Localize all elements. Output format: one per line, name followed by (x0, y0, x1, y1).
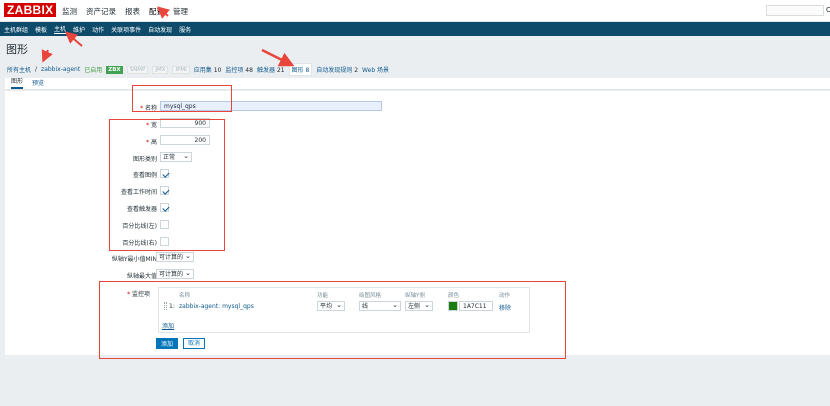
item-function-select[interactable]: 平均 ⌄ (317, 301, 345, 311)
percentile-right-label: 百分比线(右) (122, 240, 157, 247)
col-function: 功能 (317, 293, 329, 299)
arrow-to-graphs-tab (261, 48, 295, 67)
menu-monitoring[interactable]: 监测 (62, 6, 77, 17)
height-field[interactable]: 200 (160, 135, 210, 145)
ymax-select[interactable]: 可计算的 ⌄ (156, 269, 194, 279)
cancel-button[interactable]: 取消 (183, 338, 206, 349)
height-label: * 高 (146, 139, 157, 146)
show-legend-label: 查看图例 (132, 172, 157, 179)
item-color-field[interactable]: 1A7C11 (459, 301, 493, 311)
show-triggers-checkbox[interactable] (160, 203, 169, 212)
menu-inventory[interactable]: 资产记录 (86, 6, 116, 17)
chevron-down-icon: ⌄ (185, 269, 191, 277)
snmp-availability-badge: SNMP (126, 65, 149, 74)
breadcrumb: 所有主机 / zabbix-agent 已启用 ZBX SNMP JMX IPM… (7, 63, 389, 76)
submenu-actions[interactable]: 动作 (92, 25, 104, 34)
add-item-link[interactable]: 添加 (162, 321, 174, 330)
width-field[interactable]: 900 (160, 118, 210, 128)
col-color: 颜色 (448, 293, 460, 299)
show-triggers-label: 查看触发器 (126, 206, 157, 213)
chevron-down-icon: ⌄ (336, 301, 342, 309)
graph-type-select[interactable]: 正常 ⌄ (160, 152, 192, 162)
submenu-event-correlation[interactable]: 关联项事件 (111, 25, 141, 34)
item-y-side-select[interactable]: 左侧 ⌄ (405, 301, 433, 311)
menu-reports[interactable]: 报表 (125, 6, 140, 17)
ymax-label: 纵轴最大值 (126, 273, 157, 280)
crumb-triggers[interactable]: 触发器 21 (257, 65, 285, 74)
drag-handle-icon[interactable] (164, 302, 167, 310)
crumb-items[interactable]: 监控项 48 (225, 65, 253, 74)
item-remove-link[interactable]: 移除 (499, 303, 511, 312)
chevron-down-icon: ⌄ (392, 301, 398, 309)
percentile-right-checkbox[interactable] (160, 237, 169, 246)
ipmi-availability-badge: IPMI (172, 65, 190, 74)
add-button[interactable]: 添加 (156, 338, 179, 349)
menu-administration[interactable]: 管理 (173, 6, 188, 17)
chevron-down-icon: ⌄ (183, 152, 189, 160)
page-title: 图形 (6, 44, 28, 56)
show-working-time-label: 查看工作时间 (120, 189, 157, 196)
sub-menu: 主机群组 模板 主机 维护 动作 关联项事件 自动发现 服务 (0, 22, 830, 36)
item-style-select[interactable]: 线 ⌄ (359, 301, 401, 311)
tab-preview[interactable]: 预览 (32, 78, 44, 89)
show-working-time-checkbox[interactable] (160, 186, 169, 195)
name-label: * 名称 (140, 105, 157, 112)
submenu-templates[interactable]: 模板 (35, 25, 47, 34)
item-name-link[interactable]: zabbix-agent: mysql_qps (179, 303, 254, 310)
items-label: * 监控项 (127, 291, 150, 298)
crumb-applications[interactable]: 应用集 10 (194, 65, 222, 74)
crumb-graphs[interactable]: 图形 8 (288, 63, 313, 76)
menu-configuration[interactable]: 配置 (149, 6, 164, 17)
col-y-side: 纵轴Y侧 (405, 293, 425, 299)
crumb-separator: / (35, 66, 38, 73)
tab-graph[interactable]: 图形 (11, 76, 24, 89)
host-status-enabled[interactable]: 已启用 (84, 65, 102, 74)
submenu-hosts[interactable]: 主机 (54, 24, 67, 34)
percentile-left-checkbox[interactable] (160, 220, 169, 229)
zbx-availability-badge: ZBX (106, 65, 123, 74)
edge-text: C (826, 6, 830, 14)
crumb-all-hosts[interactable]: 所有主机 (7, 65, 31, 74)
search-input[interactable] (766, 5, 824, 16)
width-label: * 宽 (146, 122, 157, 129)
color-swatch[interactable] (448, 301, 458, 311)
name-field[interactable]: mysql_qps (160, 101, 382, 111)
submenu-discovery[interactable]: 自动发现 (148, 25, 172, 34)
col-name: 名称 (179, 293, 191, 299)
submenu-host-groups[interactable]: 主机群组 (4, 25, 28, 34)
col-draw-style: 绘图风格 (359, 293, 382, 299)
crumb-discovery-rules[interactable]: 自动发现规则 2 (316, 65, 358, 74)
chevron-down-icon: ⌄ (424, 301, 430, 309)
submenu-maintenance[interactable]: 维护 (73, 25, 85, 34)
item-index: 1: (169, 303, 175, 310)
percentile-left-label: 百分比线(左) (122, 223, 157, 230)
crumb-web-scenarios[interactable]: Web 场景 (362, 65, 389, 74)
jmx-availability-badge: JMX (152, 65, 169, 74)
chevron-down-icon: ⌄ (185, 252, 191, 260)
crumb-host[interactable]: zabbix-agent (41, 66, 80, 73)
graph-type-label: 图形类别 (132, 156, 157, 163)
submenu-services[interactable]: 服务 (179, 25, 191, 34)
top-menu: 监测 资产记录 报表 配置 管理 (62, 6, 188, 17)
top-bar: ZABBIX 监测 资产记录 报表 配置 管理 C (0, 0, 830, 22)
ymin-select[interactable]: 可计算的 ⌄ (156, 252, 194, 262)
ymin-label: 纵轴Y最小值MIN (111, 256, 157, 263)
show-legend-checkbox[interactable] (160, 169, 169, 178)
form-tabs: 图形 预览 (5, 78, 830, 90)
col-action: 动作 (499, 293, 511, 299)
arrow-to-breadcrumb-host (41, 49, 53, 63)
zabbix-logo[interactable]: ZABBIX (4, 3, 57, 17)
items-table: 名称 功能 绘图风格 纵轴Y侧 颜色 动作 1: zabbix-agent: m… (158, 287, 530, 333)
